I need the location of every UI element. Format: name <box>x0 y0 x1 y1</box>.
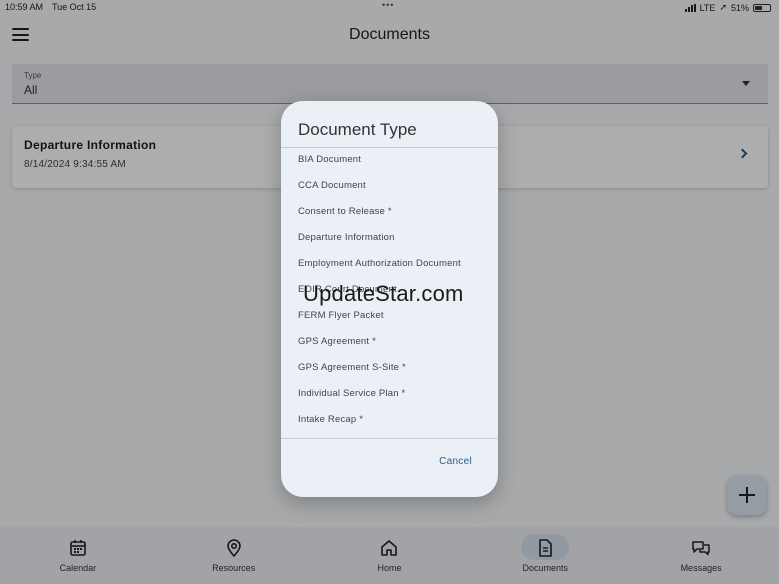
cancel-button[interactable]: Cancel <box>439 456 472 467</box>
document-type-option[interactable]: FERM Flyer Packet <box>281 304 498 330</box>
watermark-text: UpdateStar.com <box>303 281 464 306</box>
document-type-option[interactable]: BIA Document <box>281 148 498 174</box>
document-type-option[interactable]: Intake Recap * <box>281 408 498 434</box>
document-type-option[interactable]: GPS Agreement * <box>281 330 498 356</box>
dialog-divider-bottom <box>281 438 498 439</box>
document-type-option[interactable]: Departure Information <box>281 226 498 252</box>
document-type-option[interactable]: Individual Service Plan * <box>281 382 498 408</box>
document-type-option[interactable]: CCA Document <box>281 174 498 200</box>
document-type-option[interactable]: GPS Agreement S-Site * <box>281 356 498 382</box>
dialog-title: Document Type <box>298 120 417 139</box>
document-type-option[interactable]: Consent to Release * <box>281 200 498 226</box>
document-type-option[interactable]: Employment Authorization Document <box>281 252 498 278</box>
